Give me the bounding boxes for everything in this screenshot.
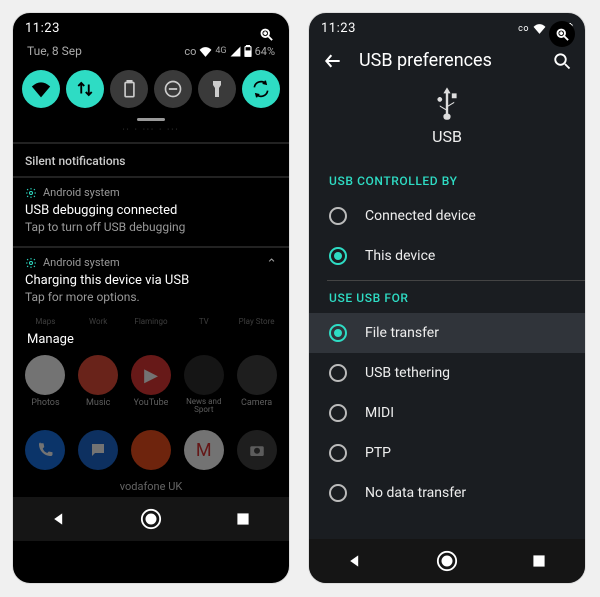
toggle-dnd[interactable]	[154, 70, 192, 108]
quick-settings-header: Tue, 8 Sep co 4G 64%	[13, 40, 289, 64]
magnify-icon[interactable]	[549, 21, 575, 47]
notification-charging[interactable]: Android system ⌃ Charging this device vi…	[13, 250, 289, 314]
battery-icon	[244, 45, 252, 57]
notification-source: Android system	[43, 256, 120, 269]
toggle-battery-saver[interactable]	[110, 70, 148, 108]
dock-camera[interactable]	[237, 430, 277, 470]
notification-title: Charging this device via USB	[25, 273, 277, 288]
back-button[interactable]	[323, 51, 343, 71]
radio-no-data-transfer[interactable]: No data transfer	[309, 473, 585, 513]
partial-app-row: Maps Work Flamingo TV Play Store	[13, 314, 289, 326]
radio-file-transfer[interactable]: File transfer	[309, 313, 585, 353]
group-label-controlled-by: USB CONTROLLED BY	[309, 164, 585, 196]
notification-title: USB debugging connected	[25, 203, 277, 218]
nav-home[interactable]	[434, 548, 460, 574]
app-youtube[interactable]: ▶YouTube	[128, 355, 174, 414]
drag-handle[interactable]	[137, 118, 165, 121]
title-bar: USB preferences	[309, 40, 585, 75]
signal-icon	[230, 46, 241, 57]
nav-bar	[309, 539, 585, 583]
dock-gmail[interactable]: M	[184, 430, 224, 470]
search-button[interactable]	[553, 52, 571, 70]
radio-connected-device[interactable]: Connected device	[309, 196, 585, 236]
dock-row: M	[13, 416, 289, 476]
silent-notifications-header: Silent notifications	[13, 146, 289, 174]
app-photos[interactable]: Photos	[22, 355, 68, 414]
magnify-icon[interactable]	[253, 21, 279, 47]
manage-button[interactable]: Manage	[13, 326, 289, 351]
app-news[interactable]: News and Sport	[181, 355, 227, 414]
phone-usb-preferences: 11:23 co USB preferences USB USB CONTROL…	[308, 12, 586, 584]
usb-hero-label: USB	[432, 127, 462, 146]
status-time: 11:23	[25, 21, 60, 36]
toggle-flashlight[interactable]	[198, 70, 236, 108]
radio-icon	[329, 324, 347, 342]
app-row: Photos Music ▶YouTube News and Sport Cam…	[13, 351, 289, 416]
radio-icon	[329, 484, 347, 502]
gear-icon	[25, 187, 37, 199]
notification-source: Android system	[43, 186, 120, 199]
home-screen-behind: Maps Work Flamingo TV Play Store Manage …	[13, 314, 289, 497]
status-bar: 11:23 co	[309, 13, 585, 40]
notification-usb-debugging[interactable]: Android system USB debugging connected T…	[13, 180, 289, 244]
status-bar: 11:23	[13, 13, 289, 40]
nav-back[interactable]	[342, 548, 368, 574]
page-indicator: ·· · ··· · ···	[13, 125, 289, 140]
app-camera[interactable]: Camera	[234, 355, 280, 414]
nav-home[interactable]	[138, 506, 164, 532]
gear-icon	[25, 257, 37, 269]
app-music[interactable]: Music	[75, 355, 121, 414]
notification-body: Tap to turn off USB debugging	[25, 220, 277, 234]
dock-phone[interactable]	[25, 430, 65, 470]
radio-icon	[329, 444, 347, 462]
toggle-data[interactable]	[66, 70, 104, 108]
radio-this-device[interactable]: This device	[309, 236, 585, 276]
radio-icon	[329, 364, 347, 382]
toggle-auto-rotate[interactable]	[242, 70, 280, 108]
nav-recent[interactable]	[526, 548, 552, 574]
notification-body: Tap for more options.	[25, 290, 277, 304]
usb-hero: USB	[309, 75, 585, 164]
radio-icon	[329, 247, 347, 265]
page-title: USB preferences	[359, 50, 537, 71]
nav-bar	[13, 497, 289, 541]
radio-icon	[329, 404, 347, 422]
radio-midi[interactable]: MIDI	[309, 393, 585, 433]
carrier-label: vodafone UK	[13, 476, 289, 497]
group-label-use-usb-for: USE USB FOR	[309, 281, 585, 313]
dock-brave[interactable]	[131, 430, 171, 470]
usb-icon	[432, 85, 462, 121]
qs-date: Tue, 8 Sep	[27, 44, 82, 58]
chevron-up-icon[interactable]: ⌃	[266, 257, 277, 272]
radio-icon	[329, 207, 347, 225]
status-time: 11:23	[321, 21, 356, 36]
phone-notifications: 11:23 Tue, 8 Sep co 4G 64% ·· · ··· · ··…	[12, 12, 290, 584]
quick-settings-toggles	[13, 64, 289, 118]
nav-recent[interactable]	[230, 506, 256, 532]
radio-ptp[interactable]: PTP	[309, 433, 585, 473]
radio-usb-tethering[interactable]: USB tethering	[309, 353, 585, 393]
toggle-wifi[interactable]	[22, 70, 60, 108]
nav-back[interactable]	[46, 506, 72, 532]
wifi-icon	[199, 46, 212, 57]
wifi-icon	[533, 23, 546, 34]
dock-messages[interactable]	[78, 430, 118, 470]
